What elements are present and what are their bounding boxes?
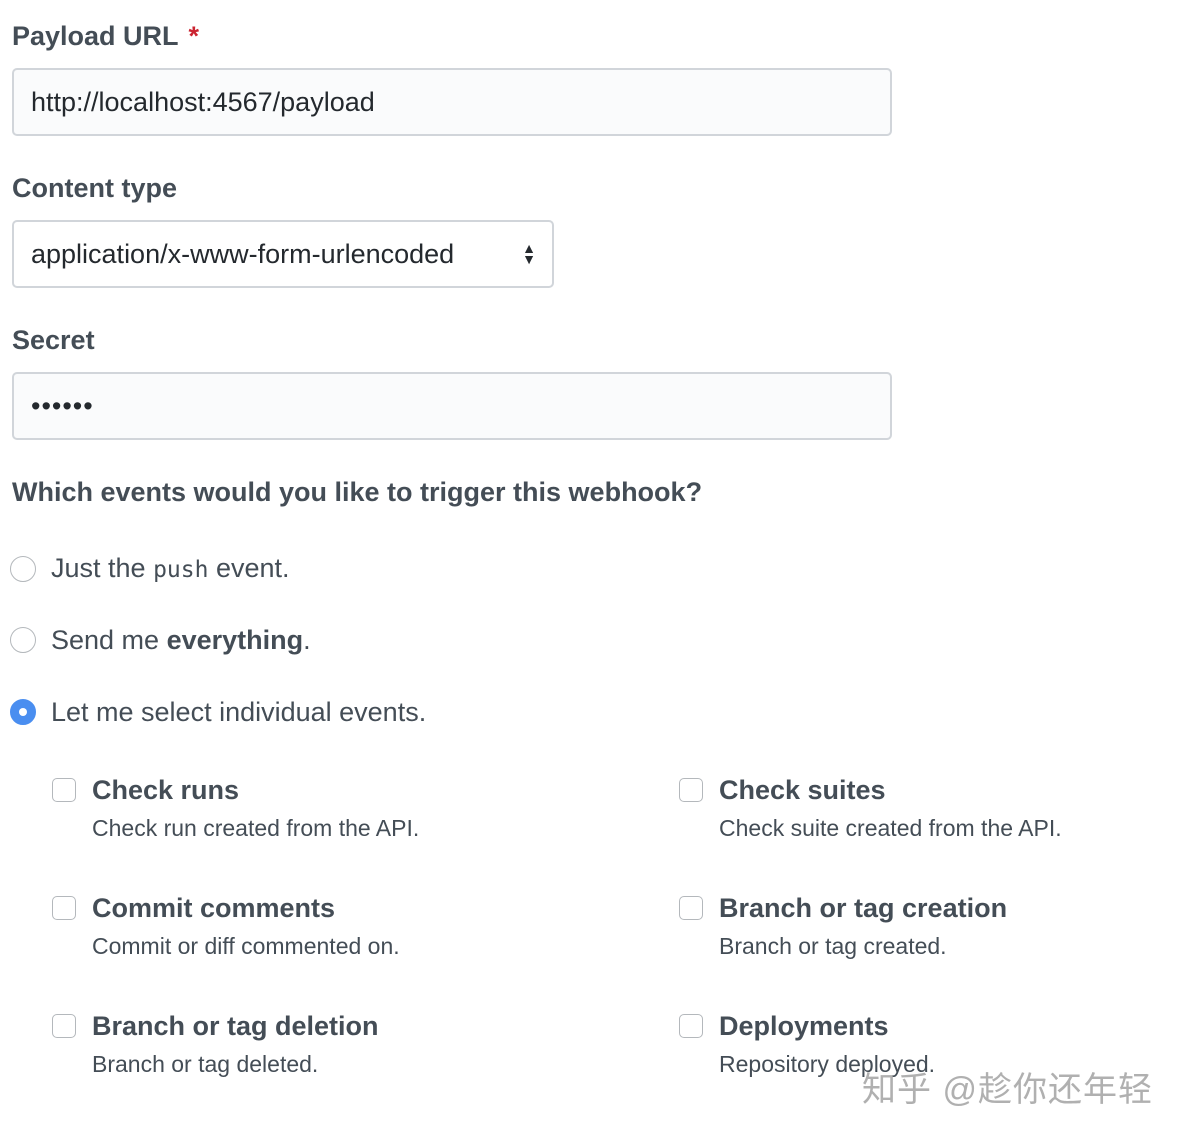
event-title: Branch or tag creation — [719, 893, 1008, 923]
secret-input[interactable]: •••••• — [12, 372, 892, 440]
event-title: Check suites — [719, 775, 886, 805]
checkbox[interactable] — [679, 896, 703, 920]
checkbox[interactable] — [679, 778, 703, 802]
event-title: Branch or tag deletion — [92, 1011, 379, 1041]
event-desc: Branch or tag deleted. — [92, 1051, 319, 1077]
required-asterisk: * — [188, 21, 200, 51]
radio-send-everything[interactable]: Send me everything. — [10, 624, 311, 656]
radio-button[interactable] — [10, 556, 36, 582]
content-type-label: Content type — [12, 173, 177, 203]
radio-label: Let me select individual events. — [51, 697, 427, 727]
event-desc: Branch or tag created. — [719, 933, 947, 959]
radio-individual-events[interactable]: Let me select individual events. — [10, 696, 426, 728]
checkbox[interactable] — [52, 896, 76, 920]
payload-url-input[interactable]: http://localhost:4567/payload — [12, 68, 892, 136]
event-title: Check runs — [92, 775, 240, 805]
secret-value: •••••• — [31, 390, 94, 421]
content-type-value: application/x-www-form-urlencoded — [31, 238, 455, 269]
checkbox[interactable] — [679, 1014, 703, 1038]
event-title: Deployments — [719, 1011, 889, 1041]
radio-button-selected[interactable] — [10, 699, 36, 725]
checkbox[interactable] — [52, 1014, 76, 1038]
event-title: Commit comments — [92, 893, 336, 923]
event-desc: Commit or diff commented on. — [92, 933, 400, 959]
content-type-select[interactable]: application/x-www-form-urlencoded ▲ ▼ — [12, 220, 554, 288]
events-question: Which events would you like to trigger t… — [12, 477, 703, 507]
radio-label: Just the push event. — [51, 553, 290, 583]
radio-button[interactable] — [10, 627, 36, 653]
radio-push-event[interactable]: Just the push event. — [10, 552, 290, 586]
select-arrows-icon: ▲ ▼ — [522, 240, 536, 267]
event-desc: Check suite created from the API. — [719, 815, 1062, 841]
payload-url-label: Payload URL * — [12, 21, 200, 51]
checkbox[interactable] — [52, 778, 76, 802]
watermark: 知乎 @趁你还年轻 — [862, 1071, 1153, 1109]
radio-label: Send me everything. — [51, 625, 311, 655]
event-desc: Check run created from the API. — [92, 815, 420, 841]
payload-url-value: http://localhost:4567/payload — [31, 86, 375, 117]
secret-label: Secret — [12, 325, 95, 355]
